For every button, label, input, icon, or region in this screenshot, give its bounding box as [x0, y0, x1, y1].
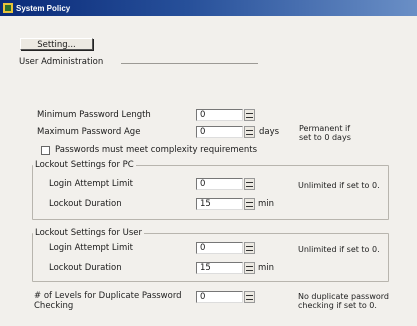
- lockout-user-title: Lockout Settings for User: [33, 228, 145, 238]
- pc-lockout-duration-field[interactable]: 15: [196, 198, 243, 210]
- section-divider: [121, 63, 258, 64]
- duplicate-password-spinner[interactable]: [244, 291, 255, 303]
- pc-attempt-limit-note: Unlimited if set to 0.: [298, 181, 380, 190]
- user-attempt-limit-spinner[interactable]: [244, 242, 255, 254]
- max-password-age-note: Permanent if set to 0 days: [299, 124, 351, 142]
- lockout-user-group: [32, 233, 389, 282]
- app-icon: [3, 3, 13, 13]
- user-attempt-limit-field[interactable]: 0: [196, 242, 243, 254]
- max-password-age-label: Maximum Password Age: [37, 127, 141, 137]
- pc-attempt-limit-field[interactable]: 0: [196, 178, 243, 190]
- complexity-checkbox[interactable]: [41, 146, 50, 155]
- min-password-length-label: Minimum Password Length: [37, 110, 151, 120]
- max-password-age-unit: days: [259, 127, 280, 137]
- user-lockout-duration-unit: min: [258, 263, 275, 273]
- user-attempt-limit-note: Unlimited if set to 0.: [298, 245, 380, 254]
- pc-lockout-duration-label: Lockout Duration: [49, 199, 122, 209]
- user-lockout-duration-spinner[interactable]: [244, 262, 255, 274]
- setting-button[interactable]: Setting...: [20, 38, 93, 50]
- pc-attempt-limit-spinner[interactable]: [244, 178, 255, 190]
- max-password-age-field[interactable]: 0: [196, 126, 243, 138]
- window-title: System Policy: [16, 3, 71, 13]
- user-lockout-duration-field[interactable]: 15: [196, 262, 243, 274]
- duplicate-password-note: No duplicate password checking if set to…: [298, 292, 389, 310]
- user-attempt-limit-label: Login Attempt Limit: [49, 243, 133, 253]
- lockout-pc-title: Lockout Settings for PC: [33, 160, 136, 170]
- duplicate-password-label: # of Levels for Duplicate Password Check…: [34, 291, 182, 311]
- min-password-length-spinner[interactable]: [244, 109, 255, 121]
- pc-lockout-duration-spinner[interactable]: [244, 198, 255, 210]
- section-title: User Administration: [19, 57, 104, 67]
- lockout-pc-group: [32, 165, 389, 220]
- title-bar[interactable]: System Policy: [0, 0, 417, 16]
- complexity-label: Passwords must meet complexity requireme…: [55, 145, 258, 155]
- max-password-age-spinner[interactable]: [244, 126, 255, 138]
- min-password-length-field[interactable]: 0: [196, 109, 243, 121]
- pc-lockout-duration-unit: min: [258, 199, 275, 209]
- pc-attempt-limit-label: Login Attempt Limit: [49, 179, 133, 189]
- duplicate-password-field[interactable]: 0: [196, 291, 243, 303]
- system-policy-window: System Policy Setting... User Administra…: [0, 0, 417, 326]
- user-lockout-duration-label: Lockout Duration: [49, 263, 122, 273]
